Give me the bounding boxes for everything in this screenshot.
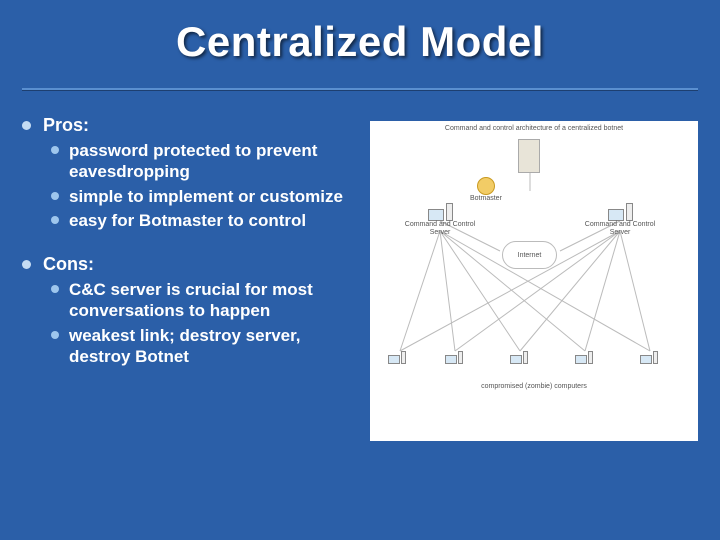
list-item: easy for Botmaster to control — [51, 210, 352, 231]
bot-node — [388, 351, 406, 364]
slide-title: Centralized Model — [0, 18, 720, 66]
list-item: password protected to prevent eavesdropp… — [51, 140, 352, 183]
cons-label: Cons: — [43, 254, 352, 275]
bot-node — [640, 351, 658, 364]
pros-label: Pros: — [43, 115, 352, 136]
diagram-footer: compromised (zombie) computers — [370, 383, 698, 391]
botmaster-node: Botmaster — [470, 177, 502, 203]
list-item: simple to implement or customize — [51, 186, 352, 207]
bot-node — [445, 351, 463, 364]
bot-node — [575, 351, 593, 364]
bullet-icon — [22, 121, 31, 130]
list-item: C&C server is crucial for most conversat… — [51, 279, 352, 322]
bullet-icon — [51, 216, 59, 224]
content-row: Pros: password protected to prevent eave… — [0, 91, 720, 441]
internet-cloud: Internet — [502, 241, 557, 269]
bullet-icon — [51, 331, 59, 339]
pros-section: Pros: password protected to prevent eave… — [22, 115, 352, 234]
cons-section: Cons: C&C server is crucial for most con… — [22, 254, 352, 370]
bullet-icon — [22, 260, 31, 269]
text-column: Pros: password protected to prevent eave… — [22, 115, 352, 441]
list-item: weakest link; destroy server, destroy Bo… — [51, 325, 352, 368]
diagram-header: Command and control architecture of a ce… — [370, 125, 698, 133]
cnc-server-left: Command and Control Server — [400, 203, 480, 236]
title-area: Centralized Model — [0, 0, 720, 76]
diagram: Command and control architecture of a ce… — [370, 121, 698, 441]
bullet-icon — [51, 146, 59, 154]
cnc-server-right: Command and Control Server — [580, 203, 660, 236]
bullet-icon — [51, 192, 59, 200]
botmaster-server — [518, 139, 540, 173]
bullet-icon — [51, 285, 59, 293]
bot-node — [510, 351, 528, 364]
